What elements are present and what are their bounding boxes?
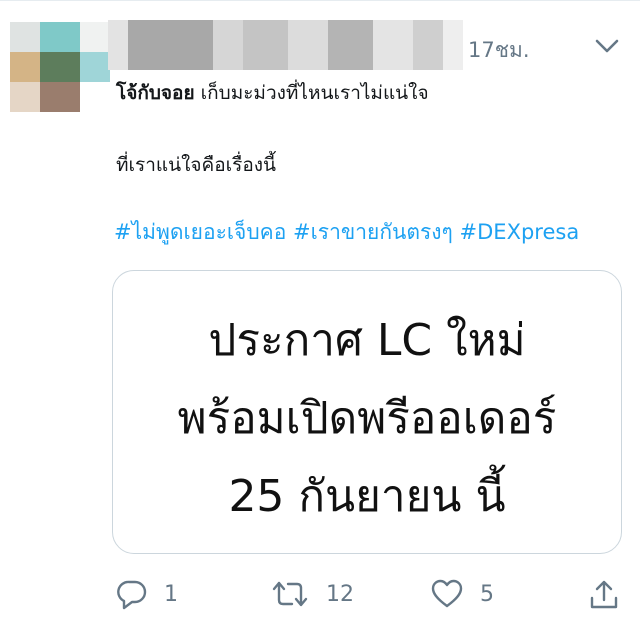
author-name[interactable]: โจ้กับจอย xyxy=(116,82,195,104)
share-button[interactable] xyxy=(588,578,620,612)
retweet-count: 12 xyxy=(326,581,354,607)
top-divider xyxy=(0,0,640,1)
hashtag-link[interactable]: #เราขายกันตรงๆ xyxy=(293,220,453,244)
card-line-2: พร้อมเปิดพรีออเดอร์ xyxy=(177,393,557,444)
like-count: 5 xyxy=(480,581,494,607)
reply-icon xyxy=(117,580,147,610)
hashtag-link[interactable]: #DEXpresa xyxy=(460,220,580,244)
avatar[interactable] xyxy=(10,22,110,112)
reply-count: 1 xyxy=(164,581,178,607)
like-button[interactable]: 5 xyxy=(430,578,494,610)
media-card[interactable]: ประกาศ LC ใหม่ พร้อมเปิดพรีออเดอร์ 25 กั… xyxy=(112,270,622,554)
tweet-text-line1: โจ้กับจอย เก็บมะม่วงที่ไหนเราไม่แน่ใจ xyxy=(116,78,429,108)
tweet-text-line2: ที่เราแน่ใจคือเรื่องนี้ xyxy=(116,154,277,176)
hashtag-link[interactable]: #ไม่พูดเยอะเจ็บคอ xyxy=(114,220,286,244)
retweet-button[interactable]: 12 xyxy=(270,578,354,610)
card-line-3: 25 กันยายน นี้ xyxy=(228,471,506,522)
share-icon xyxy=(590,580,618,609)
tweet-actions: 1 12 5 xyxy=(0,570,640,620)
heart-icon xyxy=(431,579,463,608)
hashtag-list: #ไม่พูดเยอะเจ็บคอ #เราขายกันตรงๆ #DEXpre… xyxy=(114,216,579,249)
chevron-down-icon[interactable] xyxy=(594,36,620,56)
tweet-text: เก็บมะม่วงที่ไหนเราไม่แน่ใจ xyxy=(200,82,429,104)
retweet-icon xyxy=(272,581,308,607)
reply-button[interactable]: 1 xyxy=(116,578,178,610)
card-line-1: ประกาศ LC ใหม่ xyxy=(208,315,526,366)
tweet-timestamp[interactable]: 17ชม. xyxy=(468,34,530,67)
blurred-username[interactable] xyxy=(108,20,463,70)
